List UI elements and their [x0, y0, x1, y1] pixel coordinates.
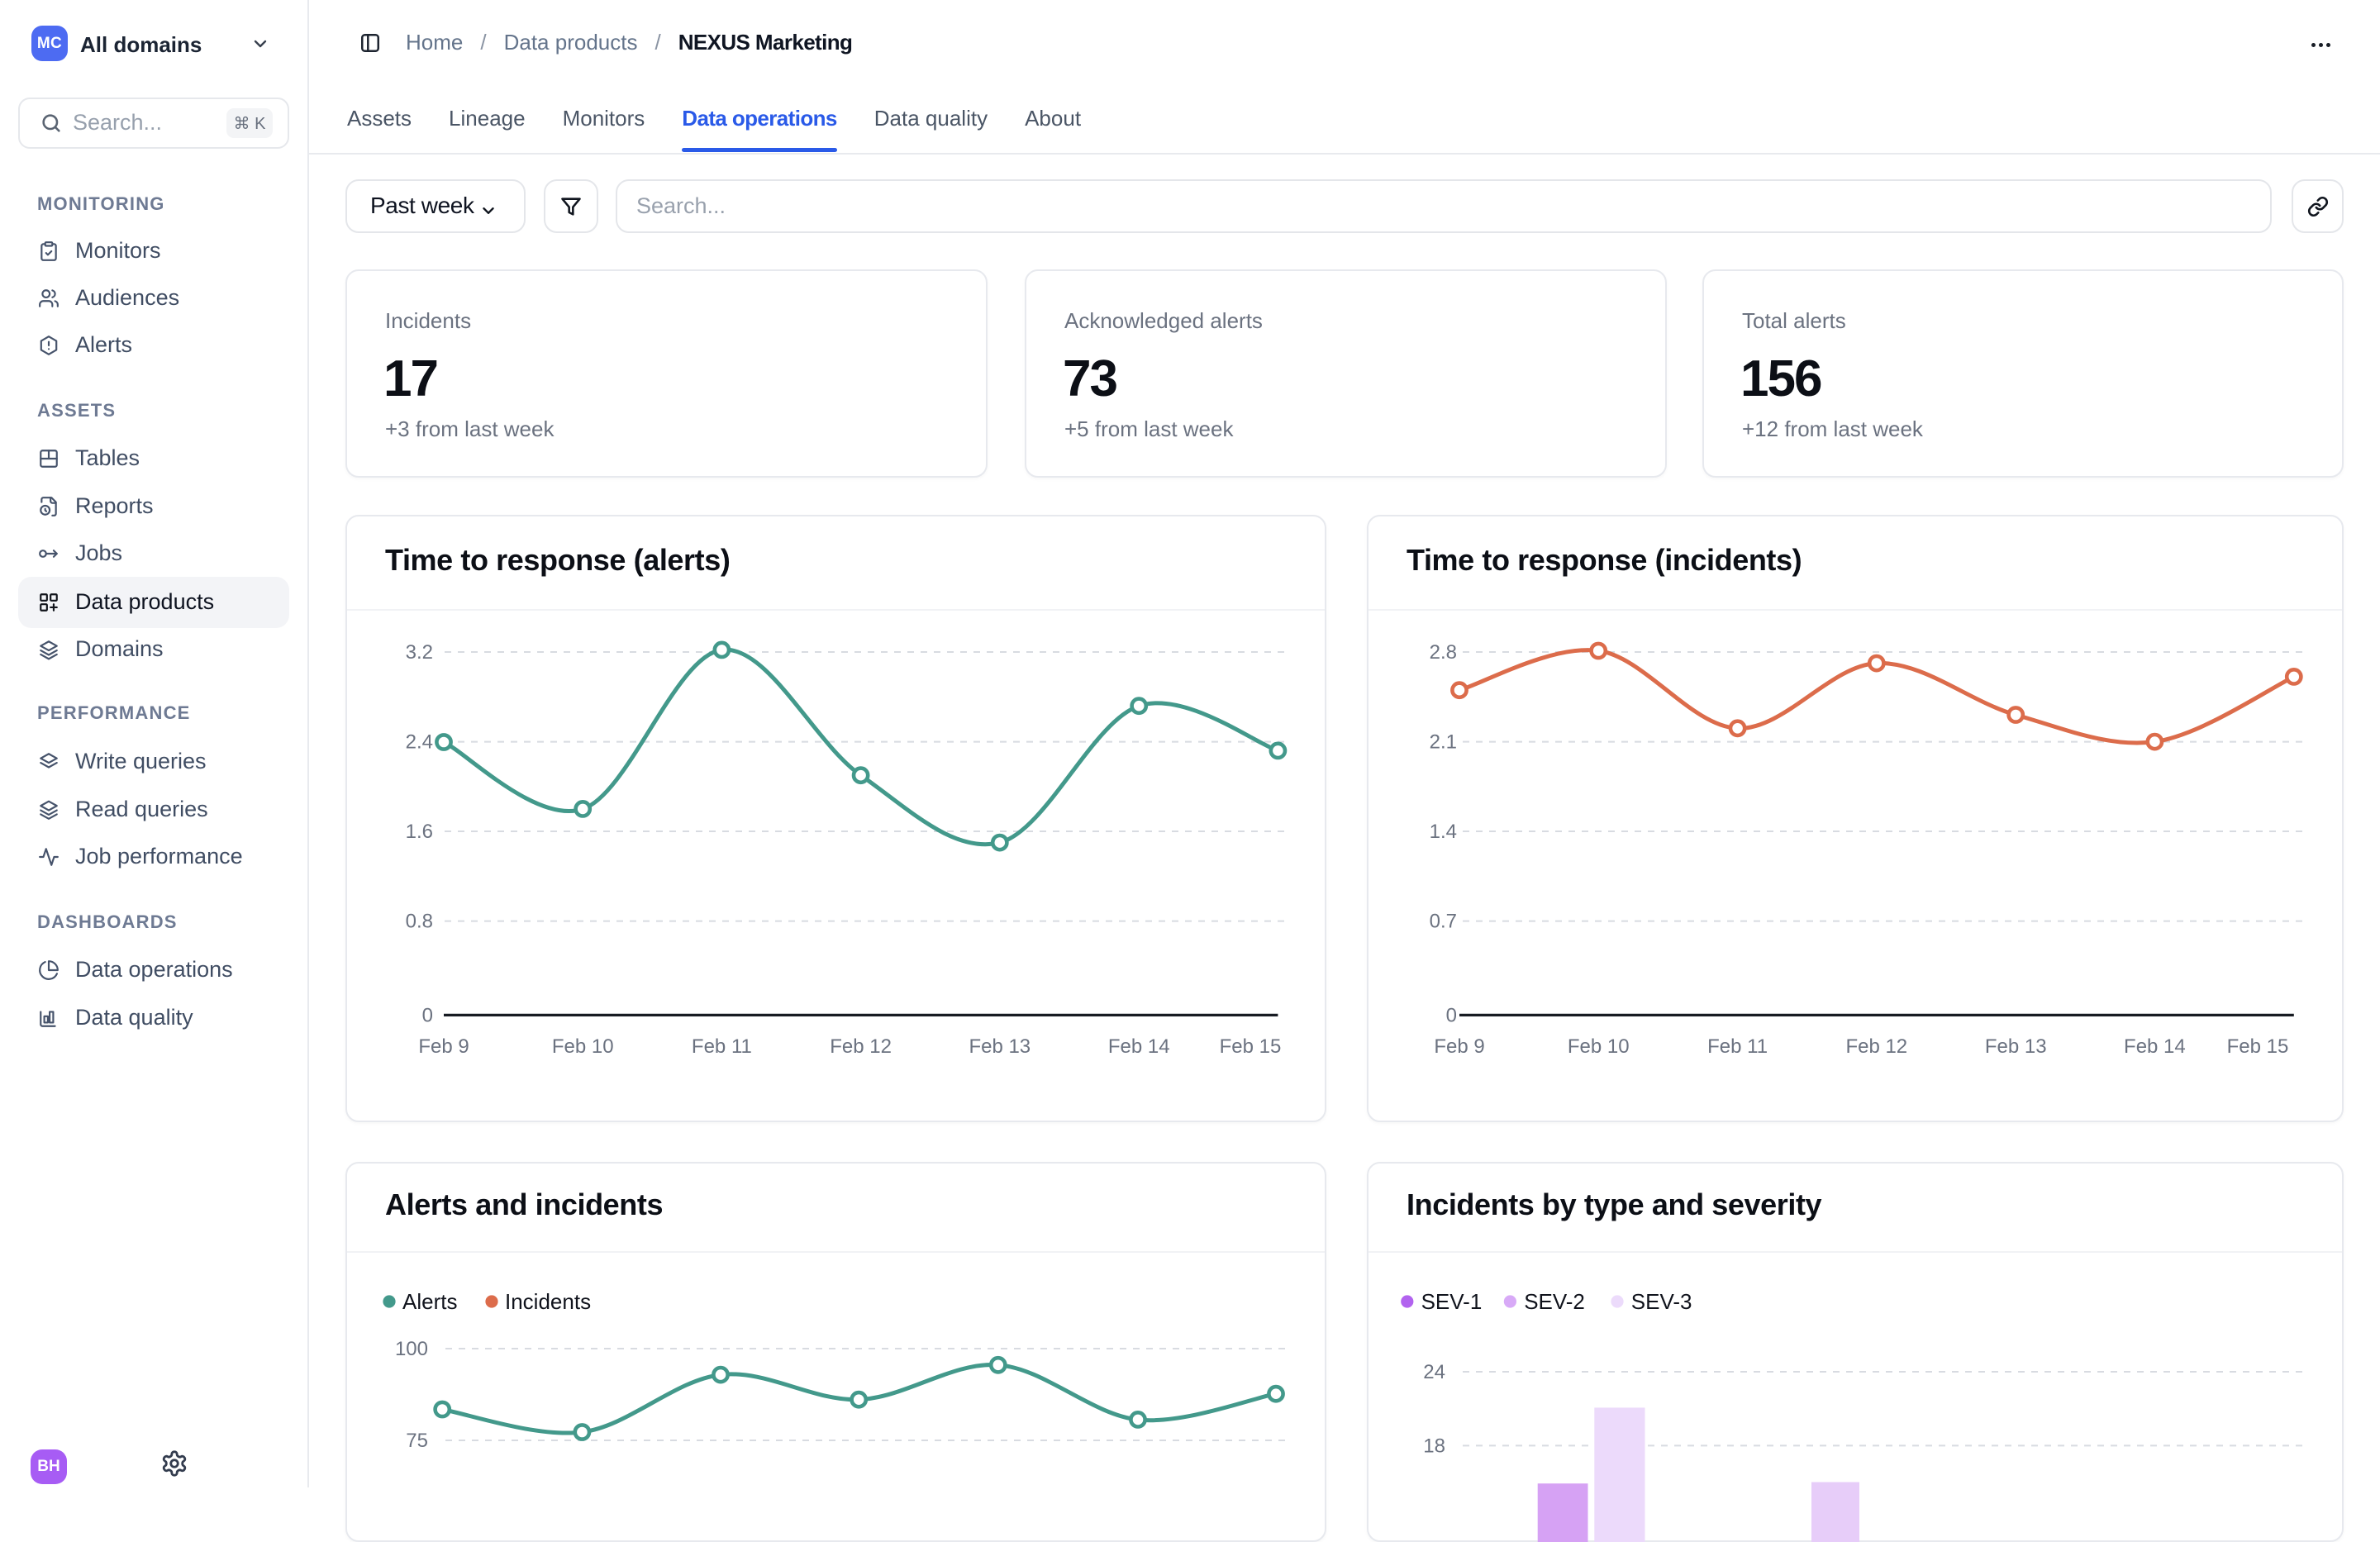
- svg-text:24: 24: [1423, 1361, 1445, 1383]
- svg-text:Feb 13: Feb 13: [969, 1035, 1031, 1058]
- svg-text:Feb 9: Feb 9: [418, 1035, 469, 1058]
- svg-text:SEV-2: SEV-2: [1524, 1289, 1585, 1314]
- svg-text:Feb 13: Feb 13: [1985, 1035, 2047, 1058]
- svg-text:2.4: 2.4: [406, 731, 433, 754]
- svg-text:Feb 14: Feb 14: [2124, 1035, 2186, 1058]
- svg-text:Incidents: Incidents: [505, 1289, 591, 1314]
- svg-text:Feb 12: Feb 12: [830, 1035, 892, 1058]
- svg-text:2.8: 2.8: [1430, 641, 1457, 664]
- svg-text:Feb 15: Feb 15: [2227, 1035, 2289, 1058]
- svg-text:Feb 11: Feb 11: [1707, 1035, 1768, 1058]
- svg-text:1.6: 1.6: [406, 821, 433, 843]
- svg-text:SEV-3: SEV-3: [1631, 1289, 1692, 1314]
- svg-text:Feb 12: Feb 12: [1845, 1035, 1907, 1058]
- svg-text:Alerts: Alerts: [402, 1289, 457, 1314]
- svg-text:1.4: 1.4: [1430, 821, 1457, 843]
- svg-text:Feb 14: Feb 14: [1108, 1035, 1170, 1058]
- svg-text:0: 0: [422, 1004, 433, 1026]
- svg-text:Feb 10: Feb 10: [1568, 1035, 1630, 1058]
- svg-text:75: 75: [406, 1430, 428, 1452]
- svg-text:100: 100: [395, 1338, 428, 1360]
- svg-text:Feb 11: Feb 11: [692, 1035, 752, 1058]
- svg-text:Feb 15: Feb 15: [1220, 1035, 1282, 1058]
- svg-text:3.2: 3.2: [406, 641, 433, 664]
- svg-text:0.7: 0.7: [1430, 911, 1457, 933]
- svg-text:SEV-1: SEV-1: [1421, 1289, 1483, 1314]
- svg-text:Feb 10: Feb 10: [552, 1035, 614, 1058]
- svg-text:Feb 9: Feb 9: [1434, 1035, 1484, 1058]
- svg-text:0.8: 0.8: [406, 911, 433, 933]
- svg-text:2.1: 2.1: [1430, 731, 1457, 754]
- svg-text:18: 18: [1423, 1435, 1445, 1457]
- svg-text:0: 0: [1446, 1004, 1457, 1026]
